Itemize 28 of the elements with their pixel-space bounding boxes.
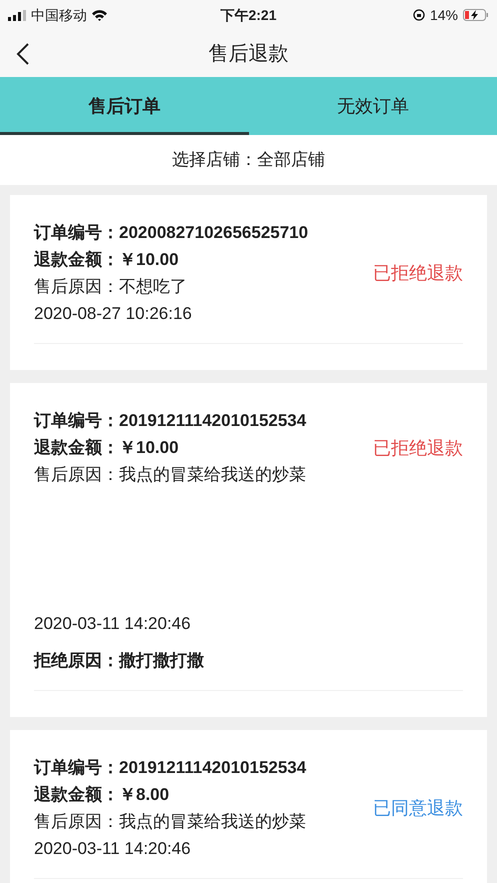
- order-number: 订单编号：20191211142010152534: [34, 757, 308, 779]
- battery-percent: 14%: [430, 6, 458, 24]
- clock-time: 下午2:21: [219, 6, 278, 24]
- rotation-lock-icon: [412, 9, 425, 21]
- refund-reason: 售后原因：我点的冒菜给我送的炒菜: [34, 464, 307, 486]
- refund-amount: 退款金额：￥10.00: [34, 249, 180, 271]
- store-filter-label: 选择店铺：: [172, 149, 257, 172]
- signal-icon: [8, 10, 26, 20]
- refund-amount: 退款金额：￥8.00: [34, 784, 170, 806]
- refund-reason: 售后原因：我点的冒菜给我送的炒菜: [34, 811, 307, 833]
- page-title: 售后退款: [208, 42, 288, 66]
- reject-reason: 拒绝原因：撒打撒打撒: [34, 650, 205, 672]
- order-time: 2020-08-27 10:26:16: [34, 303, 193, 325]
- carrier-name: 中国移动: [31, 6, 87, 24]
- order-time: 2020-03-11 14:20:46: [34, 838, 192, 860]
- store-selector[interactable]: 全部店铺: [257, 147, 325, 173]
- refund-status: 已同意退款: [373, 796, 463, 820]
- order-number: 订单编号：20200827102656525710: [34, 222, 310, 244]
- order-number: 订单编号：20191211142010152534: [34, 410, 308, 432]
- battery-icon: [463, 9, 489, 21]
- tab[interactable]: 无效订单: [248, 77, 497, 135]
- order-time: 2020-03-11 14:20:46: [34, 613, 192, 635]
- wifi-icon: [92, 10, 107, 20]
- refund-status: 已拒绝退款: [373, 262, 463, 284]
- refund-reason: 售后原因：不想吃了: [34, 276, 188, 298]
- refund-amount: 退款金额：￥10.00: [34, 437, 180, 459]
- back-chevron-icon: [16, 42, 30, 66]
- refund-status: 已拒绝退款: [373, 437, 463, 460]
